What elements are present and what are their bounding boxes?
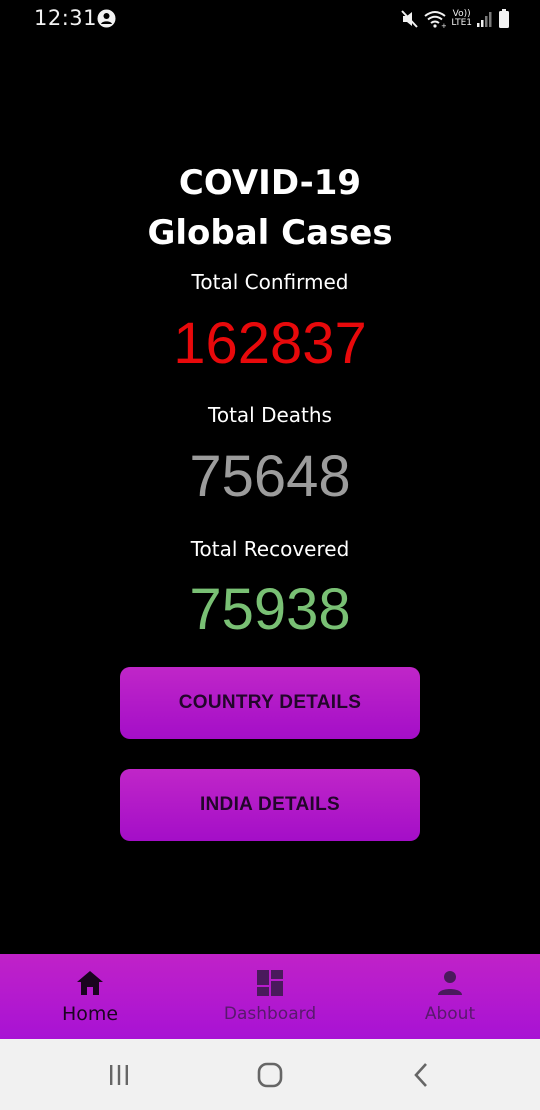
home-circle-icon[interactable] (254, 1059, 286, 1091)
nav-label-home: Home (61, 1003, 119, 1025)
person-icon (435, 968, 465, 998)
nav-item-dashboard[interactable]: Dashboard (180, 954, 360, 1039)
mute-icon (401, 9, 419, 29)
status-bar: 12:31 + Vo)) LTE1 (0, 0, 540, 38)
recovered-value: 75938 (189, 577, 351, 642)
recovered-label: Total Recovered (190, 537, 350, 561)
bottom-navigation: Home Dashboard About (0, 954, 540, 1039)
country-details-button[interactable]: COUNTRY DETAILS (120, 667, 420, 739)
volte-lte-icon: Vo)) LTE1 (451, 10, 472, 28)
network-label-bottom: LTE1 (451, 18, 472, 28)
confirmed-label: Total Confirmed (191, 270, 349, 294)
nav-label-dashboard: Dashboard (223, 1004, 317, 1024)
recents-icon[interactable] (103, 1059, 135, 1091)
nav-item-about[interactable]: About (360, 954, 540, 1039)
svg-text:+: + (441, 22, 446, 28)
battery-icon (498, 9, 510, 29)
deaths-value: 75648 (189, 444, 351, 509)
back-chevron-icon[interactable] (405, 1059, 437, 1091)
account-circle-icon (97, 9, 116, 28)
wifi-icon: + (424, 10, 446, 28)
status-time: 12:31 (34, 6, 98, 30)
page-title-line2: Global Cases (147, 213, 393, 253)
status-icons: + Vo)) LTE1 (401, 7, 510, 31)
dashboard-icon (255, 968, 285, 998)
home-icon (75, 968, 105, 998)
deaths-label: Total Deaths (208, 403, 332, 427)
nav-label-about: About (424, 1004, 476, 1024)
india-details-button[interactable]: INDIA DETAILS (120, 769, 420, 841)
system-navigation-bar (0, 1039, 540, 1110)
nav-item-home[interactable]: Home (0, 954, 180, 1039)
signal-icon (477, 11, 493, 27)
confirmed-value: 162837 (173, 311, 367, 376)
page-title-line1: COVID-19 (178, 163, 362, 203)
